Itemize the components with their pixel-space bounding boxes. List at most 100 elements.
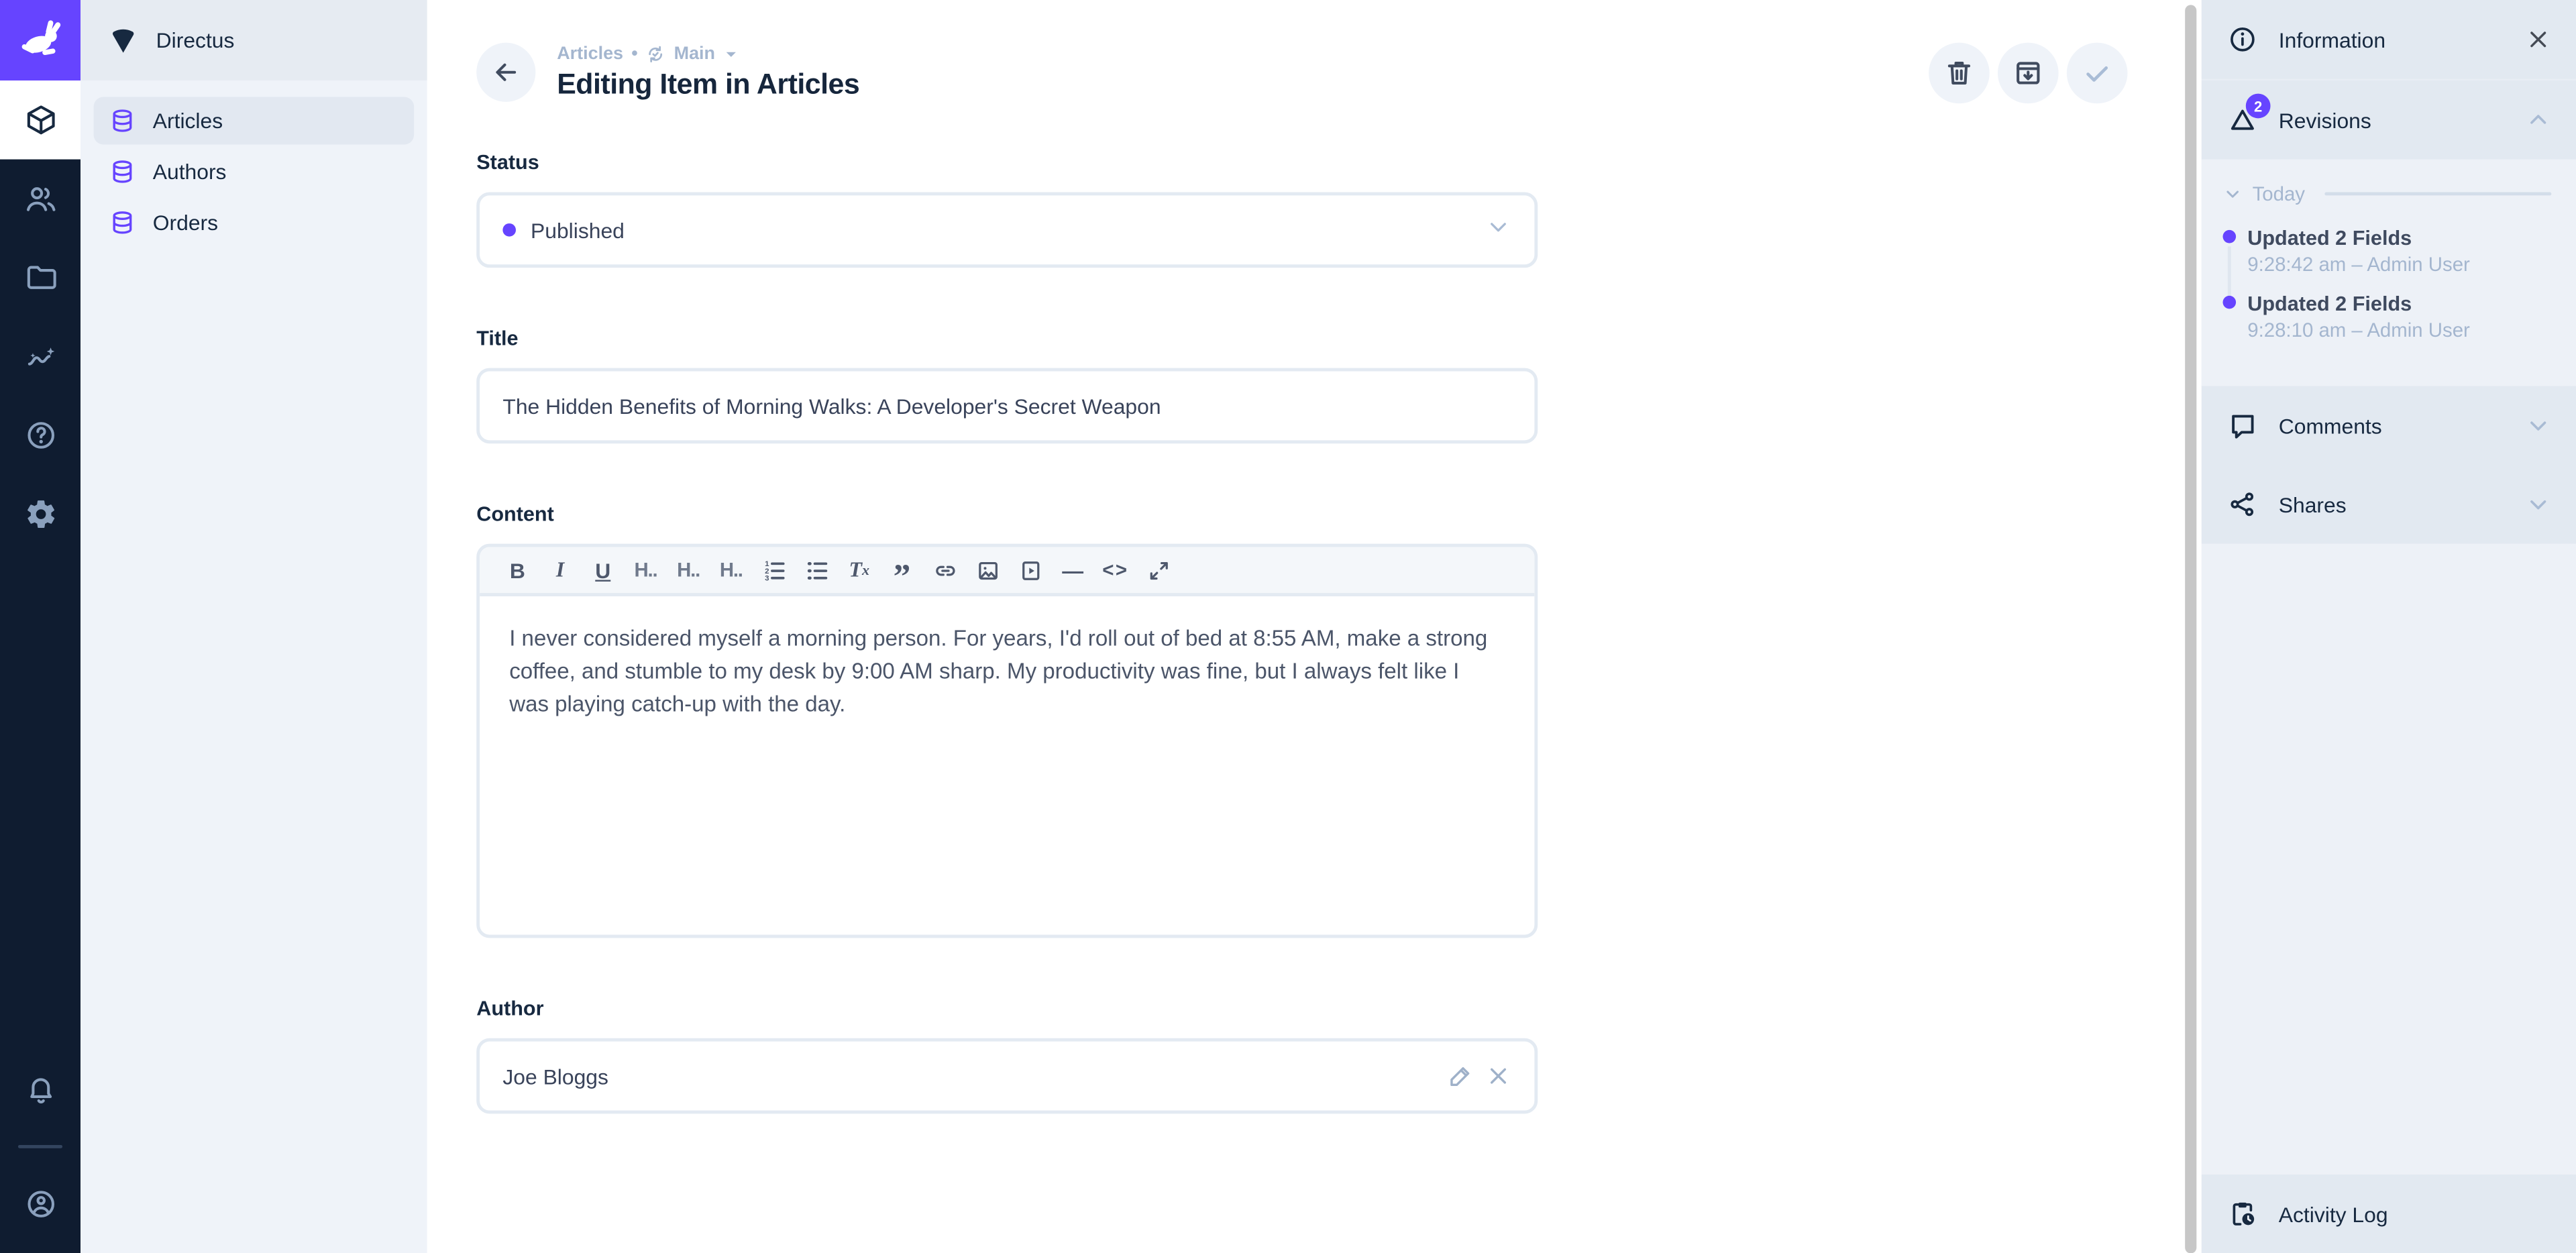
- information-section[interactable]: Information: [2202, 0, 2576, 79]
- heading3-button[interactable]: H..: [710, 549, 753, 592]
- chevron-up-icon[interactable]: [2525, 107, 2551, 133]
- project-name: Directus: [156, 28, 235, 53]
- drawer-filler: [2202, 544, 2576, 1175]
- close-icon: [2525, 26, 2551, 52]
- sidebar-item-authors[interactable]: Authors: [94, 148, 415, 195]
- clear-format-t: T: [849, 557, 862, 583]
- breadcrumb[interactable]: Articles • Main: [557, 44, 859, 63]
- svg-text:3: 3: [764, 574, 768, 582]
- check-icon: [2082, 58, 2113, 89]
- account-button[interactable]: [0, 1164, 80, 1244]
- status-field: Status Published: [476, 151, 1538, 268]
- module-insights[interactable]: [0, 317, 80, 396]
- edit-pencil-icon[interactable]: [1448, 1063, 1474, 1089]
- revisions-section[interactable]: 2 Revisions: [2202, 80, 2576, 160]
- module-files[interactable]: [0, 238, 80, 317]
- heading2-button[interactable]: H..: [667, 549, 710, 592]
- module-bar: [0, 0, 80, 1253]
- archive-icon: [2012, 58, 2044, 89]
- title-input-box[interactable]: [476, 368, 1538, 444]
- author-select[interactable]: Joe Bloggs: [476, 1038, 1538, 1114]
- gear-icon: [24, 498, 57, 531]
- close-drawer-button[interactable]: [2525, 26, 2551, 52]
- title-input[interactable]: [502, 394, 1511, 419]
- editor-body[interactable]: I never considered myself a morning pers…: [480, 596, 1534, 934]
- project-header[interactable]: Directus: [80, 0, 427, 80]
- revision-entry[interactable]: Updated 2 Fields 9:28:10 am – Admin User: [2247, 290, 2551, 343]
- module-content[interactable]: [0, 80, 80, 160]
- collection-database-icon: [110, 109, 135, 133]
- revision-entry[interactable]: Updated 2 Fields 9:28:42 am – Admin User: [2247, 225, 2551, 278]
- status-value: Published: [531, 217, 625, 242]
- content-field: Content B I U H.. H.. H.. 1 2: [476, 502, 1538, 938]
- chevron-down-icon[interactable]: [2525, 491, 2551, 517]
- image-icon: [975, 557, 1000, 582]
- notifications-button[interactable]: [0, 1050, 80, 1129]
- collections-sidebar: Directus Articles Authors Orders: [80, 0, 427, 1253]
- info-icon: [2228, 25, 2257, 54]
- link-button[interactable]: [923, 549, 966, 592]
- sidebar-item-orders[interactable]: Orders: [94, 199, 415, 246]
- link-icon: [932, 557, 957, 582]
- editor-toolbar: B I U H.. H.. H.. 1 2 3: [480, 547, 1534, 596]
- archive-button[interactable]: [1998, 43, 2059, 104]
- revision-dot: [2222, 296, 2236, 309]
- title-label: Title: [476, 327, 1538, 349]
- sidebar-item-articles[interactable]: Articles: [94, 97, 415, 144]
- numbered-list-button[interactable]: 1 2 3: [753, 549, 796, 592]
- breadcrumb-version[interactable]: Main: [674, 44, 715, 63]
- italic-button[interactable]: I: [539, 549, 582, 592]
- image-button[interactable]: [966, 549, 1009, 592]
- collection-database-icon: [110, 160, 135, 184]
- delete-button[interactable]: [1929, 43, 1990, 104]
- status-select[interactable]: Published: [476, 193, 1538, 268]
- breadcrumb-separator: •: [631, 44, 637, 63]
- revisions-group-today[interactable]: Today: [2222, 182, 2551, 205]
- fullscreen-icon: [1146, 557, 1171, 582]
- fullscreen-button[interactable]: [1137, 549, 1180, 592]
- activity-log-icon: [2228, 1199, 2257, 1229]
- chevron-down-icon[interactable]: [1485, 213, 1511, 247]
- numbered-list-icon: 1 2 3: [761, 557, 786, 582]
- underline-button[interactable]: U: [582, 549, 625, 592]
- bold-button[interactable]: B: [496, 549, 539, 592]
- account-circle-icon: [24, 1188, 57, 1221]
- bullet-list-button[interactable]: [795, 549, 838, 592]
- directus-logo[interactable]: [0, 0, 80, 80]
- author-value: Joe Bloggs: [502, 1064, 608, 1089]
- shares-section[interactable]: Shares: [2202, 465, 2576, 544]
- bullet-list-icon: [804, 557, 829, 582]
- revision-title[interactable]: Updated 2 Fields: [2247, 225, 2551, 252]
- save-button[interactable]: [2067, 43, 2128, 104]
- comments-label: Comments: [2279, 413, 2382, 438]
- directus-app: Directus Articles Authors Orders: [0, 0, 2576, 1253]
- activity-log-section[interactable]: Activity Log: [2202, 1175, 2576, 1253]
- clear-format-button[interactable]: Tx: [838, 549, 881, 592]
- horizontal-rule-button[interactable]: —: [1051, 549, 1094, 592]
- breadcrumb-collection[interactable]: Articles: [557, 44, 623, 63]
- page-header: Articles • Main Editing Item in Articles: [476, 43, 1538, 102]
- module-help[interactable]: [0, 396, 80, 475]
- help-icon: [24, 419, 57, 451]
- video-button[interactable]: [1009, 549, 1052, 592]
- sidebar-item-label: Articles: [153, 109, 223, 133]
- project-icon: [109, 25, 138, 55]
- module-user-directory[interactable]: [0, 160, 80, 239]
- heading1-button[interactable]: H..: [625, 549, 667, 592]
- video-icon: [1018, 557, 1042, 582]
- status-label: Status: [476, 151, 1538, 174]
- comments-section[interactable]: Comments: [2202, 386, 2576, 466]
- module-settings[interactable]: [0, 475, 80, 554]
- back-button[interactable]: [476, 43, 535, 102]
- rabbit-icon: [14, 14, 66, 66]
- content-paragraph[interactable]: I never considered myself a morning pers…: [509, 622, 1495, 721]
- main-scrollbar[interactable]: [2185, 5, 2196, 1253]
- chevron-down-icon[interactable]: [2525, 413, 2551, 439]
- blockquote-button[interactable]: ”: [881, 549, 924, 592]
- header-actions: [1929, 43, 2127, 104]
- content-cube-icon: [24, 103, 57, 136]
- information-label: Information: [2279, 27, 2385, 52]
- deselect-x-icon[interactable]: [1485, 1063, 1511, 1089]
- code-button[interactable]: <>: [1094, 549, 1137, 592]
- revision-title[interactable]: Updated 2 Fields: [2247, 290, 2551, 317]
